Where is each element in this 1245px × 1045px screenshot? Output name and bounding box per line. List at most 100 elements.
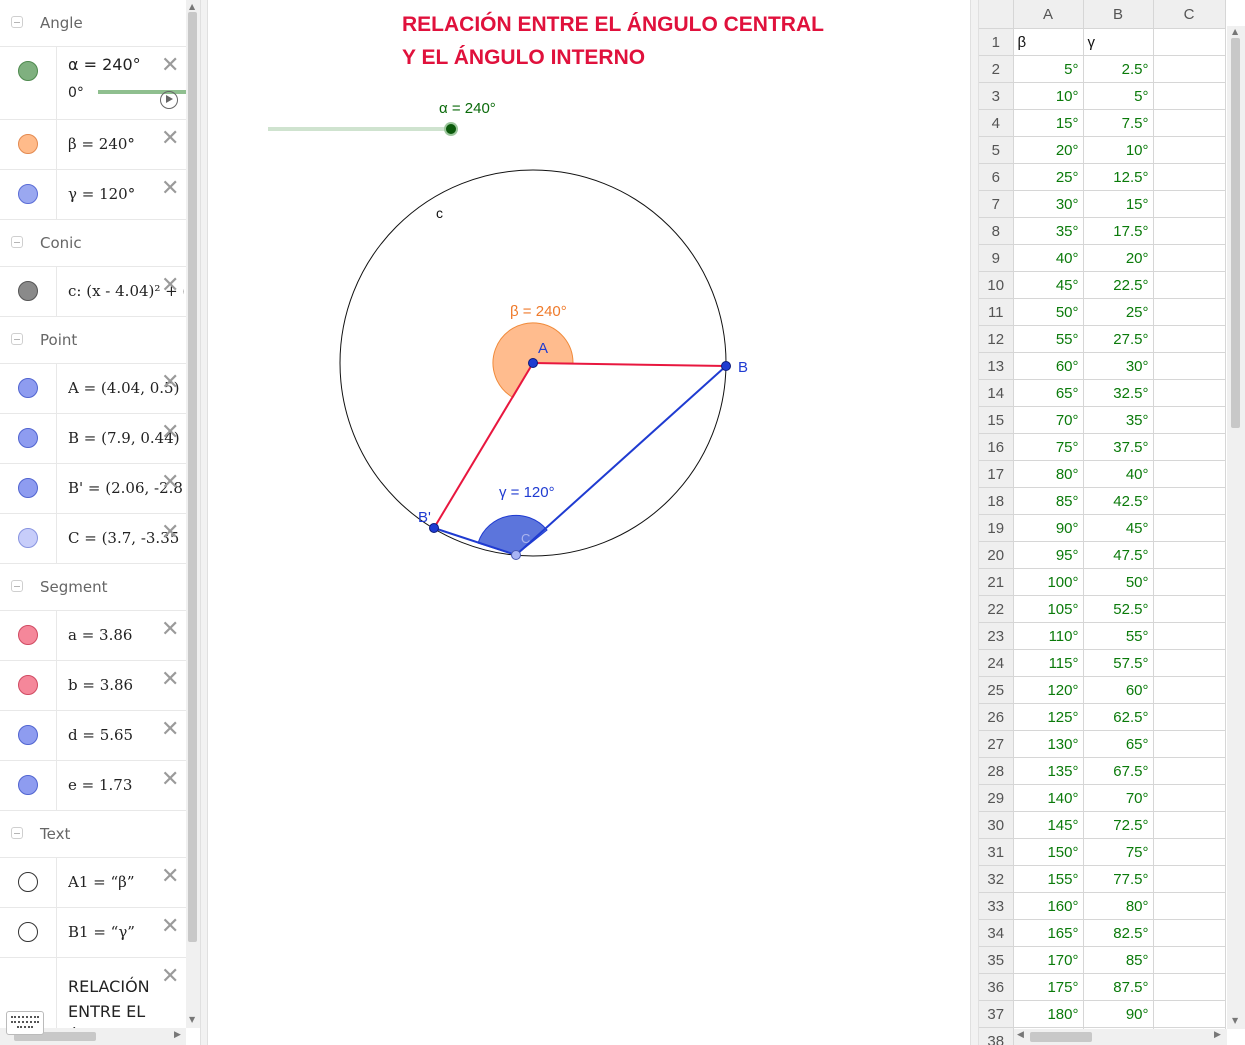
- segment-b[interactable]: [433, 362, 534, 529]
- cell-B[interactable]: 80°: [1083, 892, 1154, 920]
- cell-C[interactable]: [1153, 163, 1226, 191]
- row-header[interactable]: 21: [979, 568, 1014, 596]
- graphics-view[interactable]: RELACIÓN ENTRE EL ÁNGULO CENTRAL Y EL ÁN…: [208, 0, 970, 1045]
- algebra-item[interactable]: B = (7.9, 0.44) ✕: [0, 414, 186, 464]
- collapse-icon[interactable]: [11, 16, 23, 28]
- cell-C[interactable]: [1153, 757, 1226, 785]
- cell-B[interactable]: 67.5°: [1083, 757, 1154, 785]
- point-C[interactable]: [511, 550, 521, 560]
- algebra-item[interactable]: a = 3.86 ✕: [0, 611, 186, 661]
- cell-A[interactable]: 175°: [1013, 973, 1084, 1001]
- cell-C[interactable]: [1153, 379, 1226, 407]
- row-header[interactable]: 8: [979, 217, 1014, 245]
- scroll-right-icon[interactable]: ▶: [1214, 1030, 1221, 1040]
- row-header[interactable]: 17: [979, 460, 1014, 488]
- cell-A[interactable]: 90°: [1013, 514, 1084, 542]
- cell-B[interactable]: 62.5°: [1083, 703, 1154, 731]
- cell-A[interactable]: 55°: [1013, 325, 1084, 353]
- row-header[interactable]: 31: [979, 838, 1014, 866]
- collapse-icon[interactable]: [11, 580, 23, 592]
- visibility-toggle-icon[interactable]: [18, 428, 38, 448]
- cell-C[interactable]: [1153, 946, 1226, 974]
- row-header[interactable]: 16: [979, 433, 1014, 461]
- row-header[interactable]: 36: [979, 973, 1014, 1001]
- cell-C1[interactable]: [1153, 28, 1226, 56]
- spreadsheet-view[interactable]: A B C 1 β γ 2 5° 2.5° 3 10° 5° 4 15° 7.5° 5 20° 10°…: [979, 0, 1245, 1045]
- cell-B[interactable]: 45°: [1083, 514, 1154, 542]
- delete-icon[interactable]: ✕: [161, 422, 179, 444]
- spreadsheet-table[interactable]: A B C 1 β γ 2 5° 2.5° 3 10° 5° 4 15° 7.5° 5 20° 10°…: [979, 0, 1226, 1045]
- cell-B[interactable]: 77.5°: [1083, 865, 1154, 893]
- visibility-toggle-icon[interactable]: [18, 61, 38, 81]
- row-header[interactable]: 33: [979, 892, 1014, 920]
- cell-A[interactable]: 70°: [1013, 406, 1084, 434]
- cell-B[interactable]: 52.5°: [1083, 595, 1154, 623]
- cell-C[interactable]: [1153, 298, 1226, 326]
- algebra-vertical-scrollbar[interactable]: ▲ ▼: [186, 0, 200, 1028]
- cell-C[interactable]: [1153, 568, 1226, 596]
- cell-B[interactable]: 12.5°: [1083, 163, 1154, 191]
- visibility-toggle-icon[interactable]: [18, 872, 38, 892]
- cell-B[interactable]: 20°: [1083, 244, 1154, 272]
- cell-B[interactable]: 55°: [1083, 622, 1154, 650]
- row-header[interactable]: 35: [979, 946, 1014, 974]
- group-header-angle[interactable]: Angle: [0, 0, 186, 47]
- algebra-item[interactable]: α = 240° ✕ 0°: [0, 47, 186, 120]
- panel-divider[interactable]: [970, 0, 979, 1045]
- cell-C[interactable]: [1153, 784, 1226, 812]
- cell-A[interactable]: 140°: [1013, 784, 1084, 812]
- cell-B[interactable]: 15°: [1083, 190, 1154, 218]
- visibility-toggle-icon[interactable]: [18, 281, 38, 301]
- visibility-toggle-icon[interactable]: [18, 775, 38, 795]
- spreadsheet-vertical-scrollbar[interactable]: ▲ ▼: [1227, 26, 1245, 1029]
- play-icon[interactable]: [160, 91, 178, 109]
- delete-icon[interactable]: ✕: [161, 128, 179, 150]
- cell-B[interactable]: 7.5°: [1083, 109, 1154, 137]
- cell-B[interactable]: 60°: [1083, 676, 1154, 704]
- visibility-toggle-icon[interactable]: [18, 528, 38, 548]
- column-header-B[interactable]: B: [1083, 0, 1154, 29]
- group-header-point[interactable]: Point: [0, 317, 186, 364]
- row-header[interactable]: 14: [979, 379, 1014, 407]
- cell-B[interactable]: 22.5°: [1083, 271, 1154, 299]
- visibility-toggle-icon[interactable]: [18, 922, 38, 942]
- row-header[interactable]: 29: [979, 784, 1014, 812]
- cell-C[interactable]: [1153, 244, 1226, 272]
- cell-A[interactable]: 15°: [1013, 109, 1084, 137]
- cell-A[interactable]: 105°: [1013, 595, 1084, 623]
- delete-icon[interactable]: ✕: [161, 669, 179, 691]
- row-header[interactable]: 18: [979, 487, 1014, 515]
- cell-B1[interactable]: γ: [1083, 28, 1154, 56]
- cell-B[interactable]: 2.5°: [1083, 55, 1154, 83]
- collapse-icon[interactable]: [11, 333, 23, 345]
- scroll-up-icon[interactable]: ▲: [1232, 27, 1238, 36]
- cell-B[interactable]: 47.5°: [1083, 541, 1154, 569]
- cell-B[interactable]: 30°: [1083, 352, 1154, 380]
- row-header[interactable]: 27: [979, 730, 1014, 758]
- algebra-item[interactable]: A1 = “β” ✕: [0, 858, 186, 908]
- alpha-slider-label[interactable]: α = 240°: [439, 100, 496, 117]
- cell-B[interactable]: 87.5°: [1083, 973, 1154, 1001]
- visibility-toggle-icon[interactable]: [18, 134, 38, 154]
- point-B[interactable]: [721, 361, 731, 371]
- cell-B[interactable]: 90°: [1083, 1000, 1154, 1028]
- cell-C[interactable]: [1153, 406, 1226, 434]
- cell-A[interactable]: 50°: [1013, 298, 1084, 326]
- delete-icon[interactable]: ✕: [161, 275, 179, 297]
- row-header[interactable]: 38: [979, 1027, 1014, 1045]
- cell-B[interactable]: 35°: [1083, 406, 1154, 434]
- scroll-right-icon[interactable]: ▶: [174, 1030, 181, 1040]
- row-header[interactable]: 25: [979, 676, 1014, 704]
- cell-B[interactable]: 82.5°: [1083, 919, 1154, 947]
- cell-A[interactable]: 180°: [1013, 1000, 1084, 1028]
- cell-C[interactable]: [1153, 649, 1226, 677]
- panel-divider[interactable]: [200, 0, 208, 1045]
- row-header[interactable]: 24: [979, 649, 1014, 677]
- row-header[interactable]: 26: [979, 703, 1014, 731]
- group-header-text[interactable]: Text: [0, 811, 186, 858]
- algebra-item[interactable]: B1 = “γ” ✕: [0, 908, 186, 958]
- cell-A[interactable]: 65°: [1013, 379, 1084, 407]
- cell-B[interactable]: 72.5°: [1083, 811, 1154, 839]
- row-header[interactable]: 34: [979, 919, 1014, 947]
- scroll-left-icon[interactable]: ◀: [1017, 1030, 1024, 1040]
